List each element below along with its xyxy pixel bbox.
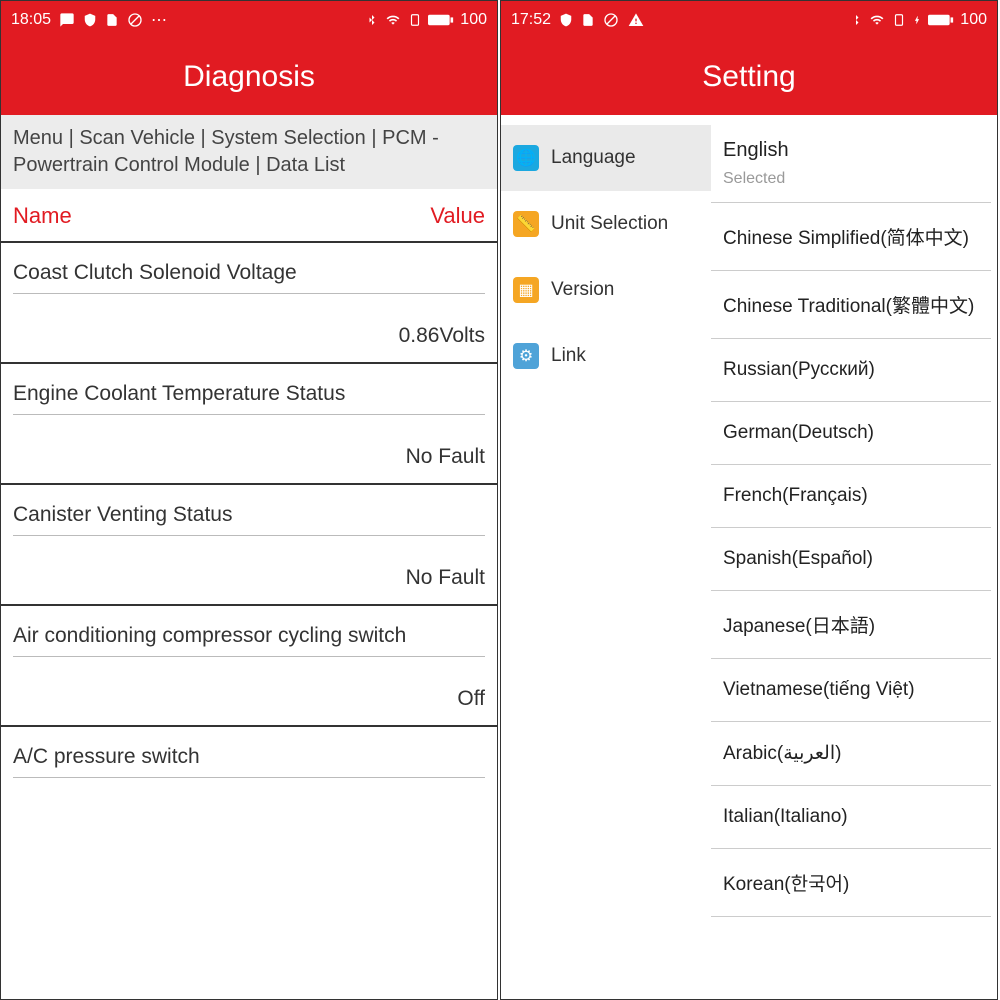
language-option[interactable]: Italian(Italiano) <box>711 786 991 849</box>
status-battery: 100 <box>960 11 987 29</box>
data-row[interactable]: Engine Coolant Temperature Status No Fau… <box>1 364 497 485</box>
status-bar: 17:52 100 <box>501 1 997 39</box>
col-value: Value <box>430 203 485 229</box>
breadcrumb: Menu | Scan Vehicle | System Selection |… <box>1 115 497 189</box>
portrait-icon <box>408 12 422 28</box>
data-name: A/C pressure switch <box>13 727 485 778</box>
menu-label: Unit Selection <box>551 213 668 235</box>
data-row[interactable]: Canister Venting Status No Fault <box>1 485 497 606</box>
battery-icon <box>928 13 954 27</box>
language-option[interactable]: Spanish(Español) <box>711 528 991 591</box>
setting-screen: 17:52 100 Setting 🌐 Language 📏 Unit Sele <box>500 0 998 1000</box>
more-icon: ⋯ <box>151 10 167 30</box>
selected-label: Selected <box>711 168 991 203</box>
data-row[interactable]: A/C pressure switch <box>1 727 497 808</box>
chat-icon <box>59 12 75 28</box>
app-title: Diagnosis <box>1 39 497 115</box>
no-entry-icon <box>603 12 619 28</box>
data-value: 0.86Volts <box>13 294 485 362</box>
menu-label: Language <box>551 147 636 169</box>
data-name: Air conditioning compressor cycling swit… <box>13 606 485 657</box>
status-bar: 18:05 ⋯ 100 <box>1 1 497 39</box>
language-option[interactable]: Chinese Simplified(简体中文) <box>711 203 991 271</box>
col-name: Name <box>13 203 72 229</box>
language-option[interactable]: Arabic(العربية) <box>711 722 991 786</box>
bluetooth-icon <box>850 12 862 28</box>
language-option[interactable]: Korean(한국어) <box>711 849 991 917</box>
warning-icon <box>627 12 645 28</box>
menu-label: Version <box>551 279 614 301</box>
charge-icon <box>912 12 922 28</box>
data-value <box>13 778 485 808</box>
language-list[interactable]: Chinese Simplified(简体中文) Chinese Traditi… <box>711 203 991 999</box>
wifi-icon <box>868 13 886 27</box>
language-option[interactable]: Russian(Русский) <box>711 339 991 402</box>
document-icon <box>105 12 119 28</box>
language-option[interactable]: French(Français) <box>711 465 991 528</box>
bluetooth-icon <box>366 12 378 28</box>
document-icon <box>581 12 595 28</box>
data-name: Engine Coolant Temperature Status <box>13 364 485 415</box>
wifi-icon <box>384 13 402 27</box>
data-name: Coast Clutch Solenoid Voltage <box>13 243 485 294</box>
menu-item-link[interactable]: ⚙ Link <box>501 323 711 389</box>
language-option[interactable]: Vietnamese(tiếng Việt) <box>711 659 991 722</box>
current-language[interactable]: English <box>711 123 991 168</box>
shield-icon <box>559 12 573 28</box>
menu-label: Link <box>551 345 586 367</box>
ruler-icon: 📏 <box>513 211 539 237</box>
gear-icon: ⚙ <box>513 343 539 369</box>
data-row[interactable]: Air conditioning compressor cycling swit… <box>1 606 497 727</box>
data-value: No Fault <box>13 536 485 604</box>
app-title: Setting <box>501 39 997 115</box>
language-option[interactable]: German(Deutsch) <box>711 402 991 465</box>
table-header: Name Value <box>1 189 497 243</box>
data-value: No Fault <box>13 415 485 483</box>
settings-menu: 🌐 Language 📏 Unit Selection ▦ Version ⚙ … <box>501 115 711 999</box>
menu-item-version[interactable]: ▦ Version <box>501 257 711 323</box>
data-value: Off <box>13 657 485 725</box>
menu-item-unit[interactable]: 📏 Unit Selection <box>501 191 711 257</box>
data-name: Canister Venting Status <box>13 485 485 536</box>
portrait-icon <box>892 12 906 28</box>
diagnosis-screen: 18:05 ⋯ 100 Diagnosis Menu | Scan Vehicl… <box>0 0 498 1000</box>
globe-icon: 🌐 <box>513 145 539 171</box>
status-time: 18:05 <box>11 11 51 29</box>
status-battery: 100 <box>460 11 487 29</box>
language-option[interactable]: Japanese(日本語) <box>711 591 991 659</box>
language-option[interactable]: Chinese Traditional(繁體中文) <box>711 271 991 339</box>
no-entry-icon <box>127 12 143 28</box>
status-time: 17:52 <box>511 11 551 29</box>
data-row[interactable]: Coast Clutch Solenoid Voltage 0.86Volts <box>1 243 497 364</box>
language-panel: English Selected Chinese Simplified(简体中文… <box>711 115 997 999</box>
grid-icon: ▦ <box>513 277 539 303</box>
data-list[interactable]: Coast Clutch Solenoid Voltage 0.86Volts … <box>1 243 497 999</box>
menu-item-language[interactable]: 🌐 Language <box>501 125 711 191</box>
battery-icon <box>428 13 454 27</box>
shield-icon <box>83 12 97 28</box>
